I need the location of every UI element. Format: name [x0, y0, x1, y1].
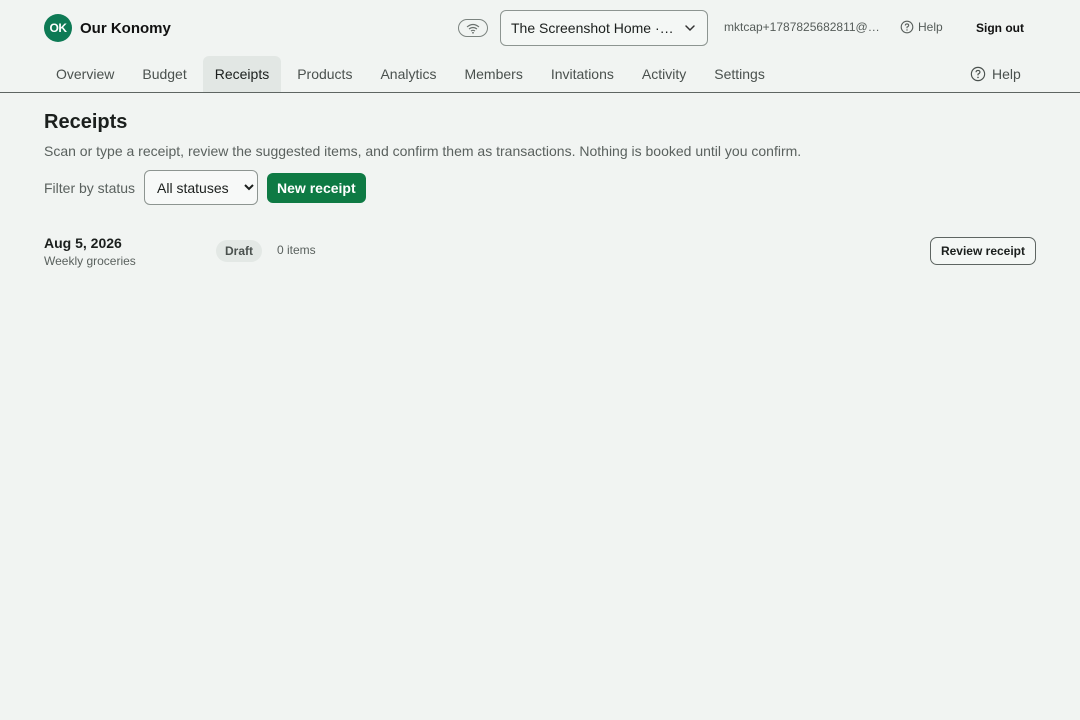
help-circle-icon: [900, 20, 914, 34]
top-bar: OK Our Konomy The Screenshot Home · Fami…: [0, 0, 1080, 56]
review-receipt-button[interactable]: Review receipt: [929, 237, 1036, 265]
brand[interactable]: OK Our Konomy: [44, 14, 171, 42]
nav-help-label: Help: [992, 66, 1021, 82]
household-select-value: The Screenshot Home · Family: [511, 20, 675, 36]
tab-settings[interactable]: Settings: [702, 56, 777, 92]
chevron-down-icon: [685, 25, 695, 32]
wifi-icon: [466, 23, 480, 34]
user-email: mktcap+1787825682811@example.com: [724, 20, 880, 34]
nav-help-link[interactable]: Help: [970, 56, 1021, 92]
tab-activity[interactable]: Activity: [630, 56, 698, 92]
brand-name: Our Konomy: [80, 19, 171, 37]
header-help-label: Help: [918, 20, 943, 34]
tab-products[interactable]: Products: [285, 56, 364, 92]
page-title: Receipts: [44, 111, 128, 133]
main-nav: Overview Budget Receipts Products Analyt…: [0, 56, 1080, 93]
page-subtitle: Scan or type a receipt, review the sugge…: [44, 143, 802, 159]
tab-members[interactable]: Members: [452, 56, 534, 92]
receipt-date: Aug 5, 2026: [44, 235, 122, 251]
help-circle-icon: [970, 66, 986, 82]
receipt-item-count: 0 items: [277, 243, 316, 257]
tab-budget[interactable]: Budget: [130, 56, 198, 92]
filter-row: Filter by status All statuses New receip…: [44, 170, 366, 205]
household-select[interactable]: The Screenshot Home · Family: [500, 10, 708, 46]
filter-label: Filter by status: [44, 179, 136, 196]
header-help-link[interactable]: Help: [900, 20, 943, 34]
status-filter-select[interactable]: All statuses: [144, 170, 259, 205]
list-item: Aug 5, 2026 Weekly groceries Draft 0 ite…: [44, 232, 1036, 272]
brand-logo: OK: [44, 14, 72, 42]
tab-invitations[interactable]: Invitations: [539, 56, 626, 92]
new-receipt-button[interactable]: New receipt: [267, 172, 366, 203]
sign-out-button[interactable]: Sign out: [966, 14, 1034, 42]
tab-receipts[interactable]: Receipts: [202, 56, 282, 92]
nav-tabs: Overview Budget Receipts Products Analyt…: [44, 56, 781, 92]
tab-analytics[interactable]: Analytics: [368, 56, 448, 92]
receipt-description: Weekly groceries: [44, 254, 136, 268]
tab-overview[interactable]: Overview: [44, 56, 126, 92]
status-badge: Draft: [216, 240, 263, 262]
connection-status-icon[interactable]: [458, 19, 488, 37]
